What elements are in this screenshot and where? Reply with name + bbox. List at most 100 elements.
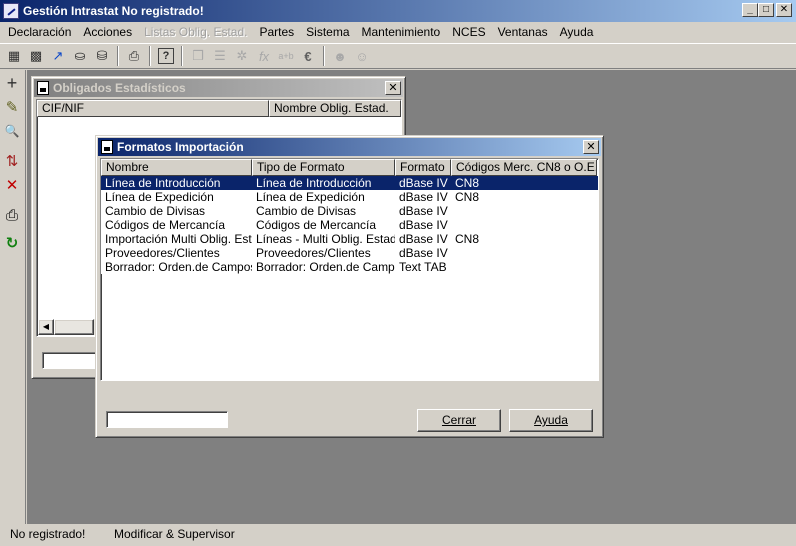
document-icon xyxy=(37,81,49,95)
function-icon[interactable]: fx xyxy=(253,45,275,67)
cell-formato: dBase IV xyxy=(399,204,448,218)
maximize-button[interactable]: □ xyxy=(758,3,774,17)
cell-tipo-formato: Borrador: Orden.de Campos xyxy=(256,260,395,274)
menu-acciones[interactable]: Acciones xyxy=(77,22,138,42)
column-header-codigos-merc[interactable]: Códigos Merc. CN8 o O.E.? xyxy=(451,159,597,176)
app-icon[interactable] xyxy=(3,3,19,19)
app-title: Gestión Intrastat No registrado! xyxy=(23,4,204,18)
stack-icon[interactable]: ☰ xyxy=(209,45,231,67)
obligados-title: Obligados Estadísticos xyxy=(53,81,186,95)
table-row[interactable]: Línea de Introducción Línea de Introducci… xyxy=(101,176,598,190)
table-row[interactable]: Proveedores/Clientes Proveedores/Clientes… xyxy=(101,246,598,260)
table-row[interactable]: Códigos de Mercancía Códigos de Mercancía… xyxy=(101,218,598,232)
cell-nombre: Borrador: Orden.de Campos xyxy=(105,260,252,274)
column-header-tipo-formato[interactable]: Tipo de Formato xyxy=(252,159,395,176)
edit-icon[interactable]: ✎ xyxy=(0,96,24,118)
menu-nces[interactable]: NCES xyxy=(446,22,491,42)
print-icon[interactable]: ⎙ xyxy=(0,204,24,226)
status-registration: No registrado! xyxy=(10,527,86,541)
formatos-close-button[interactable]: ✕ xyxy=(583,140,599,154)
cell-formato: dBase IV xyxy=(399,218,448,232)
cell-tipo-formato: Líneas - Multi Oblig. Estad. xyxy=(256,232,395,246)
menu-partes[interactable]: Partes xyxy=(253,22,300,42)
cell-formato: dBase IV xyxy=(399,176,448,190)
status-bar: No registrado! Modificar & Supervisor xyxy=(0,524,796,546)
help-icon[interactable]: ? xyxy=(158,48,174,64)
delete-icon[interactable]: ✕ xyxy=(0,174,24,196)
column-header-nombre[interactable]: Nombre xyxy=(101,159,252,176)
formatos-list[interactable]: Nombre Tipo de Formato Formato Códigos M… xyxy=(100,158,599,381)
obligados-close-button[interactable]: ✕ xyxy=(385,81,401,95)
column-header-cif[interactable]: CIF/NIF xyxy=(37,100,269,117)
cell-tipo-formato: Cambio de Divisas xyxy=(256,204,357,218)
column-header-formato[interactable]: Formato xyxy=(395,159,451,176)
menu-mantenimiento[interactable]: Mantenimiento xyxy=(356,22,447,42)
nc-icon[interactable]: ↗ xyxy=(47,45,69,67)
ayuda-button[interactable]: Ayuda xyxy=(509,409,593,432)
cell-codigos-merc: CN8 xyxy=(455,232,480,246)
search-icon[interactable]: 🔍 xyxy=(0,120,24,142)
add-icon[interactable]: + xyxy=(0,72,24,94)
cell-nombre: Proveedores/Clientes xyxy=(105,246,220,260)
cerrar-button[interactable]: Cerrar xyxy=(417,409,501,432)
cell-codigos-merc xyxy=(451,218,597,232)
left-toolbar: + ✎ 🔍 ⇅ ✕ ⎙ ↻ xyxy=(0,70,26,524)
puzzle-icon[interactable]: ✲ xyxy=(231,45,253,67)
sum-icon[interactable]: a+b xyxy=(275,45,297,67)
scroll-thumb[interactable] xyxy=(54,319,94,335)
table-row[interactable]: Cambio de Divisas Cambio de Divisas dBase … xyxy=(101,204,598,218)
move-icon[interactable]: ⇅ xyxy=(0,150,24,172)
table-row[interactable]: Línea de Expedición Línea de Expedición dB… xyxy=(101,190,598,204)
scroll-left-icon[interactable]: ◀ xyxy=(38,319,54,335)
cell-tipo-formato: Códigos de Mercancía xyxy=(256,218,377,232)
cell-formato: Text TAB xyxy=(399,260,447,274)
formatos-title: Formatos Importación xyxy=(117,140,244,154)
copy-icon[interactable]: ❒ xyxy=(187,45,209,67)
menu-listas-oblig-estad[interactable]: Listas Oblig. Estad. xyxy=(138,22,253,42)
euro-icon[interactable]: € xyxy=(297,45,319,67)
cell-codigos-merc: CN8 xyxy=(455,176,480,190)
menu-ayuda[interactable]: Ayuda xyxy=(554,22,600,42)
app-title-bar[interactable]: Gestión Intrastat No registrado! _ □ ✕ xyxy=(0,0,796,22)
table-row[interactable]: Importación Multi Oblig. Estad. Líneas - … xyxy=(101,232,598,246)
cell-nombre: Cambio de Divisas xyxy=(105,204,206,218)
cell-tipo-formato: Línea de Expedición xyxy=(256,190,365,204)
cell-codigos-merc xyxy=(451,246,597,260)
menu-declaracion[interactable]: Declaración xyxy=(2,22,77,42)
grid-icon[interactable]: ▦ xyxy=(3,45,25,67)
formatos-title-bar[interactable]: Formatos Importación ✕ xyxy=(98,138,601,156)
users-icon[interactable]: ☺ xyxy=(351,45,373,67)
menu-ventanas[interactable]: Ventanas xyxy=(492,22,554,42)
document-icon xyxy=(101,140,113,154)
cell-codigos-merc xyxy=(451,204,597,218)
toolbar-separator xyxy=(323,46,325,66)
cell-nombre: Línea de Introducción xyxy=(105,176,221,190)
print-icon[interactable]: ⎙ xyxy=(123,45,145,67)
cell-formato: dBase IV xyxy=(399,190,448,204)
menu-sistema[interactable]: Sistema xyxy=(300,22,355,42)
toolbar-separator xyxy=(149,46,151,66)
save-icon[interactable]: ⛁ xyxy=(91,45,113,67)
minimize-button[interactable]: _ xyxy=(742,3,758,17)
obligados-title-bar[interactable]: Obligados Estadísticos ✕ xyxy=(34,79,403,97)
menu-bar: Declaración Acciones Listas Oblig. Estad… xyxy=(0,22,796,42)
cell-formato: dBase IV xyxy=(399,246,448,260)
user-icon[interactable]: ☻ xyxy=(329,45,351,67)
cell-tipo-formato: Línea de Introducción xyxy=(256,176,372,190)
toolbar-separator xyxy=(181,46,183,66)
column-header-nombre[interactable]: Nombre Oblig. Estad. xyxy=(269,100,401,117)
cell-nombre: Línea de Expedición xyxy=(105,190,214,204)
refresh-icon[interactable]: ↻ xyxy=(0,232,24,254)
formatos-window[interactable]: Formatos Importación ✕ Nombre Tipo de Fo… xyxy=(95,135,604,438)
toolbar-separator xyxy=(117,46,119,66)
close-button[interactable]: ✕ xyxy=(776,3,792,17)
cell-codigos-merc: CN8 xyxy=(455,190,480,204)
cell-codigos-merc xyxy=(451,260,597,274)
cell-formato: dBase IV xyxy=(399,232,448,246)
formatos-rows: Línea de Introducción Línea de Introducci… xyxy=(101,176,598,274)
obligados-status-field xyxy=(42,352,97,369)
open-icon[interactable]: ⛀ xyxy=(69,45,91,67)
formatos-status-field xyxy=(106,411,228,428)
calculator-icon[interactable]: ▩ xyxy=(25,45,47,67)
table-row[interactable]: Borrador: Orden.de Campos Borrador: Orden… xyxy=(101,260,598,274)
